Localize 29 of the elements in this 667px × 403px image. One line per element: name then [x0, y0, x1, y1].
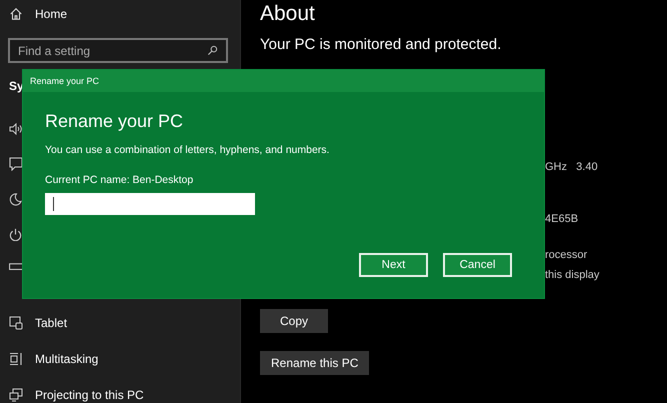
copy-button[interactable]: Copy: [260, 309, 328, 333]
spec-text: GHz 3.40: [545, 161, 598, 173]
power-icon: [9, 228, 22, 241]
name-input-field[interactable]: [45, 193, 255, 215]
multitasking-icon: [9, 352, 23, 366]
spec-text: this display: [545, 269, 600, 281]
tablet-icon: [9, 316, 23, 330]
current-name-label: Current PC name: Ben-Desktop: [45, 174, 194, 186]
rename-button[interactable]: Rename this PC: [260, 351, 370, 375]
sidebar-item[interactable]: Multitasking: [9, 341, 98, 377]
dialog-heading: Rename your PC: [45, 111, 184, 132]
moon-icon: [9, 193, 22, 206]
battery-icon: [9, 263, 24, 271]
spec-text: rocessor: [545, 249, 588, 261]
dialog-description: You can use a combination of letters, hyphens, and numbers.: [45, 144, 330, 156]
status-text: Your PC is monitored and protected.: [260, 36, 502, 53]
page-title: About: [260, 2, 315, 26]
search-field[interactable]: Find a setting: [8, 38, 228, 63]
spec-text: 4E65B: [545, 213, 578, 225]
search-icon: [207, 45, 218, 56]
sidebar-item[interactable]: Tablet: [9, 305, 68, 341]
sidebar-item[interactable]: Projecting to this PC: [9, 377, 144, 403]
home-icon: [9, 7, 23, 21]
dialog-title: Rename your PC: [30, 76, 100, 86]
chat-icon: [9, 157, 23, 171]
speaker-icon: [9, 123, 23, 135]
cancel-button[interactable]: Cancel: [443, 253, 512, 277]
next-button[interactable]: Next: [359, 253, 428, 277]
home-link[interactable]: Home: [9, 4, 68, 24]
